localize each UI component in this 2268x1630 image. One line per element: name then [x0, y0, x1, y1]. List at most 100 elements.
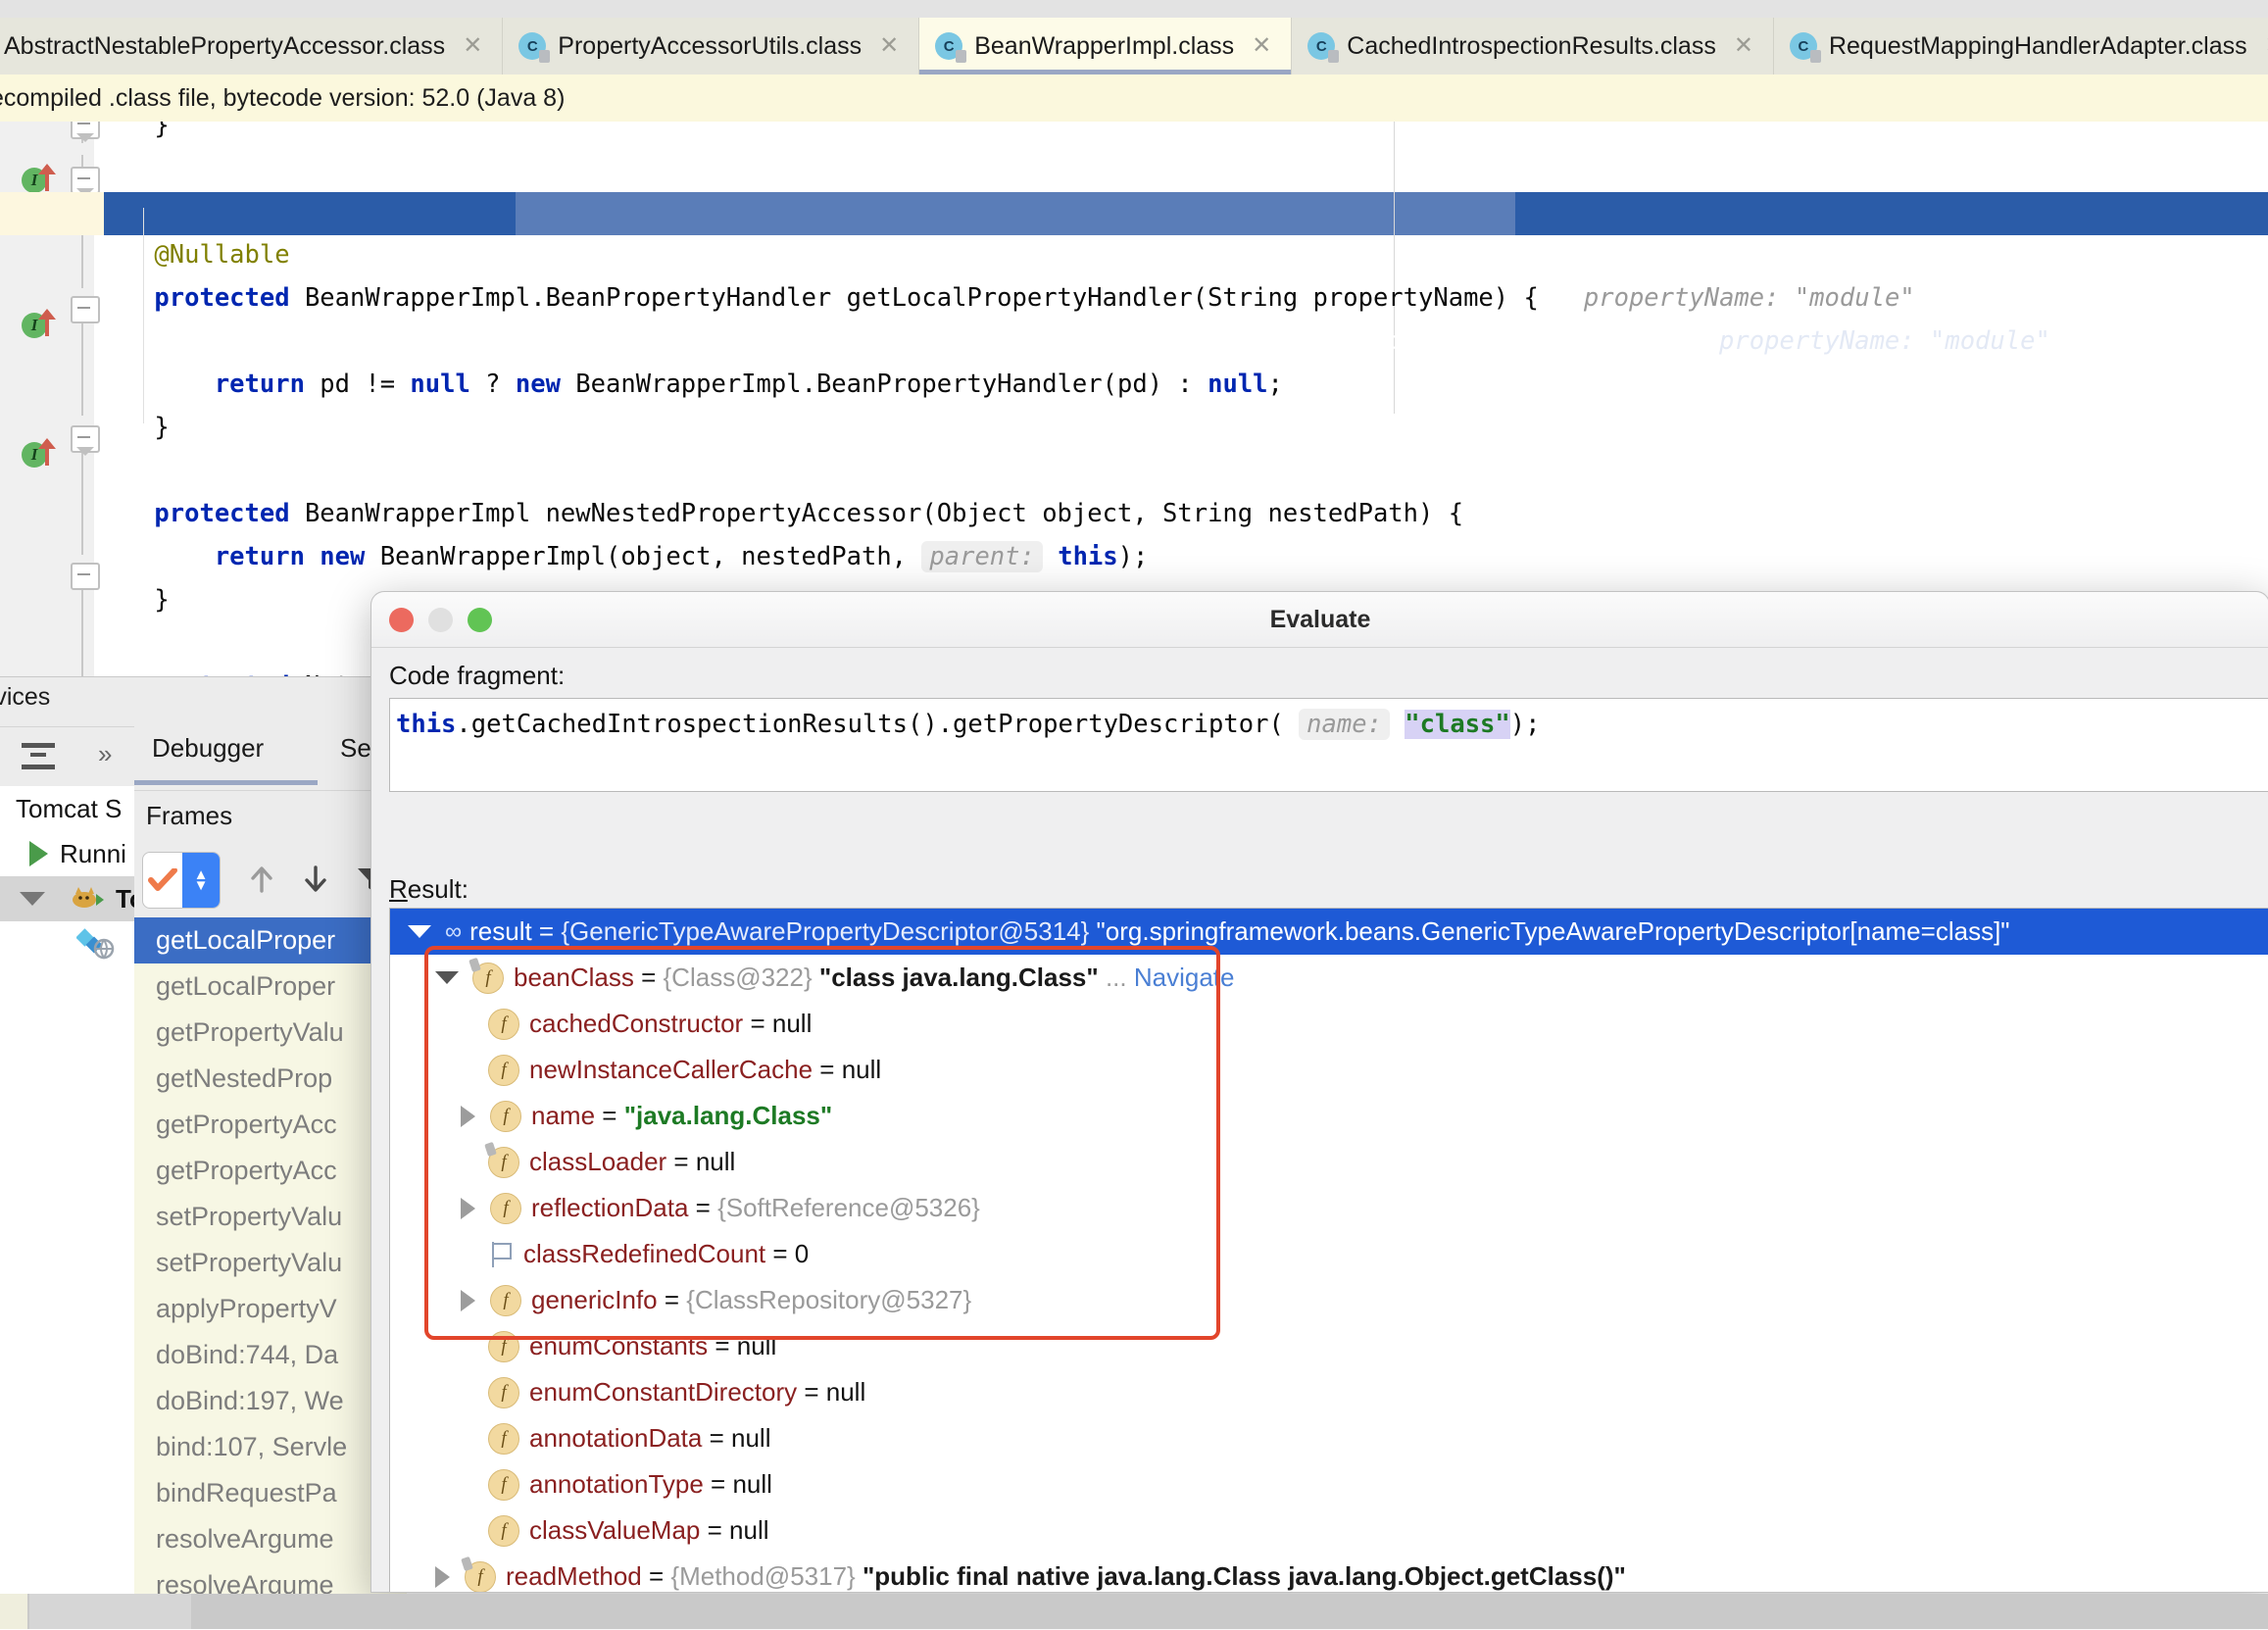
tree-row-beanclass[interactable]: f beanClass = {Class@322} "class java.la…	[390, 955, 2268, 1001]
arrow-down-icon[interactable]	[296, 860, 335, 899]
frame-item[interactable]: setPropertyValu	[134, 1240, 407, 1286]
tab-cachedintrospectionresults[interactable]: C CachedIntrospectionResults.class ✕	[1292, 18, 1774, 74]
field-type-ref: {SoftReference@5326}	[717, 1193, 980, 1222]
tree-row-cachedconstructor[interactable]: f cachedConstructor = null	[390, 1001, 2268, 1047]
field-final-icon: f	[472, 962, 504, 994]
chevron-down-icon[interactable]	[20, 892, 45, 906]
frame-item[interactable]: bindRequestPa	[134, 1470, 407, 1516]
tab-label: CachedIntrospectionResults.class	[1347, 31, 1716, 60]
tree-row-enumconstantdirectory[interactable]: f enumConstantDirectory = null	[390, 1369, 2268, 1415]
field-value: "public final native java.lang.Class jav…	[862, 1561, 1626, 1591]
tab-beanwrapperimpl[interactable]: C BeanWrapperImpl.class ✕	[919, 18, 1293, 74]
field-icon: f	[488, 1054, 519, 1086]
code-string-literal: "class"	[1405, 710, 1510, 739]
frame-item[interactable]: getLocalProper	[134, 917, 407, 963]
close-icon[interactable]: ✕	[2265, 34, 2268, 58]
field-name: genericInfo	[531, 1285, 658, 1314]
checkmark-icon	[143, 853, 182, 908]
field-final-icon: f	[488, 1146, 519, 1178]
field-name: enumConstants	[529, 1331, 709, 1360]
chevron-right-icon[interactable]	[435, 1565, 450, 1588]
tab-bar-top-strip	[0, 0, 2268, 19]
result-name: result	[469, 916, 532, 946]
frame-item[interactable]: getPropertyValu	[134, 1010, 407, 1056]
tree-row-newinstancecallercache[interactable]: f newInstanceCallerCache = null	[390, 1047, 2268, 1093]
status-strip	[0, 1594, 2268, 1629]
tree-row-reflectiondata[interactable]: f reflectionData = {SoftReference@5326}	[390, 1185, 2268, 1231]
tree-row-enumconstants[interactable]: f enumConstants = null	[390, 1323, 2268, 1369]
tree-row-name[interactable]: f name = "java.lang.Class"	[390, 1093, 2268, 1139]
tab-abstractnestablepropertyaccessor[interactable]: AbstractNestablePropertyAccessor.class ✕	[0, 18, 504, 74]
result-type-ref: {GenericTypeAwarePropertyDescriptor@5314…	[561, 916, 1090, 946]
fold-line	[81, 574, 83, 682]
debugger-tab-strip[interactable]: Debugger Serv	[134, 725, 407, 785]
frame-item[interactable]: resolveArgume	[134, 1516, 407, 1562]
tree-row-classloader[interactable]: f classLoader = null	[390, 1139, 2268, 1185]
override-method-icon[interactable]: I	[22, 438, 67, 469]
frame-item[interactable]: setPropertyValu	[134, 1194, 407, 1240]
field-type-ref: {Class@322}	[663, 963, 813, 992]
evaluate-dialog[interactable]: Evaluate Code fragment: this.getCachedIn…	[370, 591, 2268, 1593]
code-suffix: );	[1509, 710, 1541, 739]
tree-row-classvaluemap[interactable]: f classValueMap = null	[390, 1507, 2268, 1554]
evaluate-dialog-title: Evaluate	[1269, 606, 1371, 633]
collapse-all-icon[interactable]	[22, 741, 55, 772]
debugger-tool-window[interactable]: Debugger Serv Frames ▲ ▼ getLocalProper g…	[134, 725, 407, 1629]
frame-item[interactable]: getPropertyAcc	[134, 1148, 407, 1194]
chevron-right-icon[interactable]	[461, 1197, 475, 1219]
chevron-right-icon[interactable]	[461, 1289, 475, 1311]
tab-label: PropertyAccessorUtils.class	[558, 31, 863, 60]
tree-row-genericinfo[interactable]: f genericInfo = {ClassRepository@5327}	[390, 1277, 2268, 1323]
tomcat-cat-icon	[71, 884, 108, 914]
override-method-icon[interactable]: I	[22, 164, 67, 195]
field-value: null	[841, 1055, 882, 1084]
frame-item[interactable]: getPropertyAcc	[134, 1102, 407, 1148]
arrow-up-icon[interactable]	[242, 860, 281, 899]
chevron-double-right-icon[interactable]: »	[98, 739, 112, 769]
stepper-arrows-icon[interactable]: ▲ ▼	[182, 853, 220, 908]
frame-item[interactable]: doBind:197, We	[134, 1378, 407, 1424]
frame-item[interactable]: getLocalProper	[134, 963, 407, 1010]
tab-debugger[interactable]: Debugger	[152, 733, 264, 764]
code-line: }	[94, 122, 170, 140]
field-name: classRedefinedCount	[523, 1239, 766, 1268]
field-icon: f	[488, 1330, 519, 1362]
result-tree[interactable]: ∞ result = {GenericTypeAwarePropertyDesc…	[389, 908, 2268, 1592]
tab-propertyaccessorutils[interactable]: C PropertyAccessorUtils.class ✕	[503, 18, 920, 74]
chevron-down-icon[interactable]	[408, 925, 431, 938]
navigate-link[interactable]: Navigate	[1134, 963, 1235, 993]
field-value: "java.lang.Class"	[623, 1101, 833, 1130]
field-type-ref: {Method@5317}	[670, 1561, 856, 1591]
override-method-icon[interactable]: I	[22, 309, 67, 340]
field-icon: f	[488, 1008, 519, 1040]
field-value: null	[732, 1469, 772, 1499]
frame-item[interactable]: getNestedProp	[134, 1056, 407, 1102]
code-fragment-input[interactable]: this.getCachedIntrospectionResults().get…	[389, 698, 2268, 792]
tree-row-annotationdata[interactable]: f annotationData = null	[390, 1415, 2268, 1461]
tree-row-annotationtype[interactable]: f annotationType = null	[390, 1461, 2268, 1507]
field-name: classLoader	[529, 1147, 667, 1176]
frame-item[interactable]: bind:107, Servle	[134, 1424, 407, 1470]
watch-eyes-icon: ∞	[445, 917, 462, 945]
chevron-right-icon[interactable]	[461, 1105, 475, 1127]
close-icon[interactable]: ✕	[879, 34, 899, 58]
tree-row-classredefinedcount[interactable]: classRedefinedCount = 0	[390, 1231, 2268, 1277]
right-margin-line	[1394, 122, 1395, 414]
field-icon: f	[490, 1284, 521, 1316]
execution-selection	[1515, 192, 2268, 235]
chevron-down-icon[interactable]	[435, 971, 459, 984]
tab-requestmappinghandleradapter[interactable]: C RequestMappingHandlerAdapter.class ✕	[1773, 18, 2268, 74]
evaluate-dialog-titlebar[interactable]: Evaluate	[371, 592, 2268, 648]
close-icon[interactable]: ✕	[1734, 34, 1753, 58]
status-seg	[29, 1594, 191, 1629]
thread-dropdown-icon[interactable]: ▲ ▼	[142, 852, 221, 909]
result-root-row[interactable]: ∞ result = {GenericTypeAwarePropertyDesc…	[390, 909, 2268, 955]
tree-row-readmethod[interactable]: f readMethod = {Method@5317} "public fin…	[390, 1554, 2268, 1592]
debugger-toolbar[interactable]: ▲ ▼	[134, 844, 407, 914]
close-icon[interactable]: ✕	[463, 34, 482, 58]
call-stack-frames-list[interactable]: getLocalProper getLocalProper getPropert…	[134, 917, 407, 1629]
frame-item[interactable]: applyPropertyV	[134, 1286, 407, 1332]
close-icon[interactable]: ✕	[1252, 34, 1271, 58]
frame-item[interactable]: doBind:744, Da	[134, 1332, 407, 1378]
editor-tab-bar[interactable]: AbstractNestablePropertyAccessor.class ✕…	[0, 0, 2268, 75]
